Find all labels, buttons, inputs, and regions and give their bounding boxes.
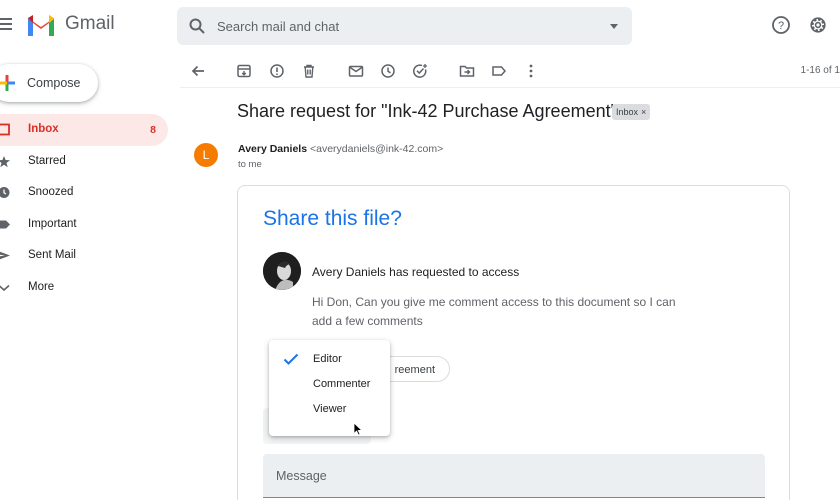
recipient-line[interactable]: to me [238,159,262,170]
gmail-logo-icon[interactable] [26,12,56,38]
inbox-label-tag: Inbox × [612,104,651,120]
help-icon[interactable]: ? [771,15,791,35]
app-brand: Gmail [65,13,115,34]
role-option-viewer[interactable]: Viewer [269,397,390,421]
email-subject: Share request for "Ink-42 Purchase Agree… [237,101,617,121]
svg-text:?: ? [778,20,784,32]
sender-email: <averydaniels@ink-42.com> [310,143,444,155]
snooze-icon[interactable] [380,63,396,79]
checkmark-icon [283,353,299,365]
sender-name[interactable]: Avery Daniels [238,143,307,155]
search-bar[interactable] [177,7,632,45]
role-option-label: Commenter [313,378,371,390]
compose-button[interactable]: Compose [0,64,98,102]
report-spam-icon[interactable] [269,63,285,79]
sidebar-item-starred[interactable]: Starred [0,146,168,178]
top-bar: Gmail ? [0,0,840,52]
role-dropdown-menu: Editor Commenter Viewer [269,340,390,436]
move-to-icon[interactable] [459,63,475,79]
clock-icon [0,187,10,198]
mouse-cursor-icon [353,422,363,436]
role-option-commenter[interactable]: Commenter [269,372,390,396]
inbox-label-text: Inbox [616,107,639,117]
back-arrow-icon[interactable] [190,63,206,79]
requester-avatar [263,252,301,290]
sidebar-item-sent-mail[interactable]: Sent Mail [0,240,168,272]
message-input[interactable] [276,466,736,486]
compose-label: Compose [27,76,81,90]
compose-plus-icon [0,75,15,91]
search-icon[interactable] [188,17,206,35]
sidebar-item-snoozed[interactable]: Snoozed [0,177,168,209]
sidebar-item-important[interactable]: Important [0,209,168,241]
request-message: Hi Don, Can you give me comment access t… [312,295,676,328]
sender-line: Avery Daniels <averydaniels@ink-42.com> [238,143,443,155]
chevron-down-icon [0,284,10,291]
important-icon [0,220,10,228]
role-option-label: Editor [313,353,342,365]
unread-count-badge: 8 [150,124,156,136]
pagination-text: 1-16 of 1 [800,65,840,76]
requester-photo-icon [263,252,301,290]
archive-icon[interactable] [236,63,252,79]
role-option-editor[interactable]: Editor [269,347,390,371]
sidebar-item-inbox[interactable]: Inbox 8 [0,114,168,146]
request-text: Avery Daniels has requested to access [312,265,520,279]
sender-avatar[interactable]: L [194,143,218,167]
sidebar-item-label: Sent Mail [28,249,76,261]
search-input[interactable] [217,16,597,36]
mark-unread-icon[interactable] [348,63,364,79]
sidebar-item-label: Snoozed [28,186,74,198]
message-field[interactable] [263,454,765,498]
remove-label-close-icon[interactable]: × [641,107,646,117]
sidebar-nav: Inbox 8 Starred Snoozed Important Sent M… [0,114,170,303]
search-options-chevron-icon[interactable] [610,24,618,29]
delete-icon[interactable] [301,63,317,79]
sidebar-item-label: More [28,280,55,293]
add-task-icon[interactable] [412,63,428,79]
file-chip-label: reement [394,364,435,376]
more-vert-icon[interactable] [523,63,539,79]
card-title: Share this file? [263,207,402,230]
sidebar-item-label: Important [28,217,77,230]
role-option-label: Viewer [313,403,347,415]
sidebar-item-label: Inbox [28,123,59,135]
send-icon [0,251,10,260]
gear-icon[interactable] [808,15,828,35]
message-toolbar: 1-16 of 1 [180,54,840,88]
main-menu-icon[interactable] [0,18,12,32]
sidebar-item-label: Starred [28,154,66,167]
inbox-icon [0,123,10,136]
label-icon[interactable] [491,63,507,79]
sidebar-item-more[interactable]: More [0,272,168,304]
star-icon [0,155,10,167]
